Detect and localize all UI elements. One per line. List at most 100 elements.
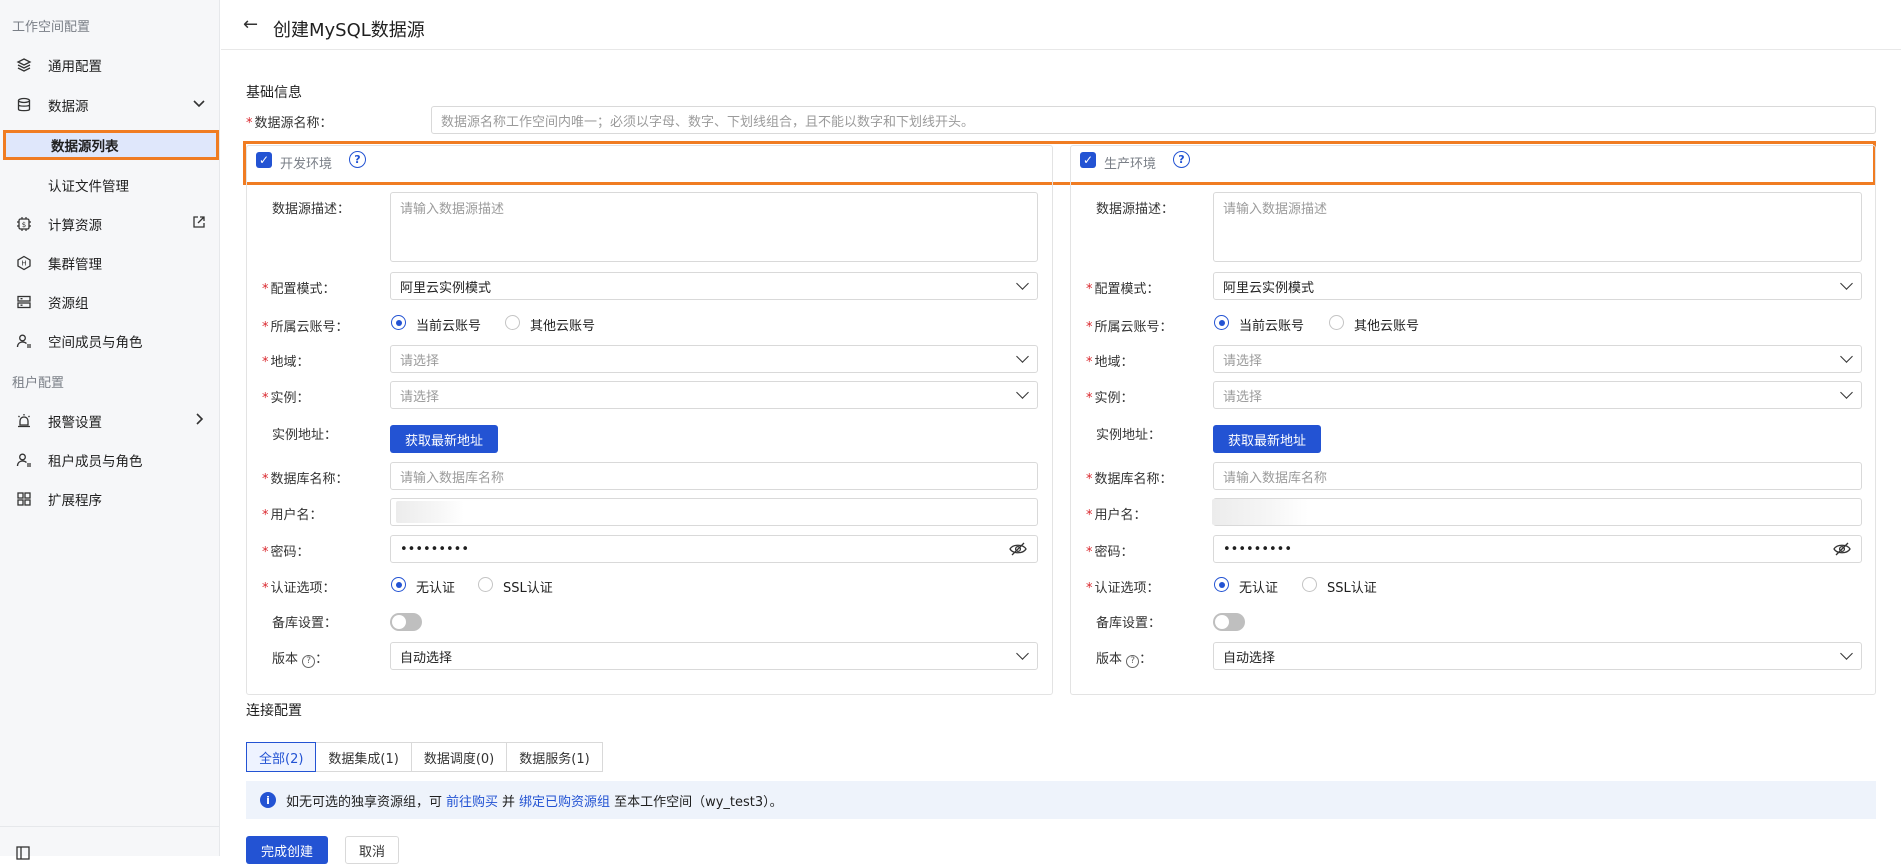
password-value: •••••••••: [400, 541, 470, 557]
prod-account-other-radio[interactable]: [1329, 315, 1344, 330]
sidebar-section-tenant: 租户配置: [12, 376, 65, 391]
svg-text:$: $: [22, 221, 26, 229]
dev-db-input[interactable]: 请输入数据库名称: [390, 462, 1038, 490]
prod-instance-select[interactable]: 请选择: [1213, 381, 1862, 409]
tab-data-service[interactable]: 数据服务(1): [506, 742, 603, 772]
sidebar-item-compute[interactable]: $ 计算资源: [0, 204, 220, 244]
dev-region-select[interactable]: 请选择: [390, 345, 1038, 373]
dev-account-current-label: 当前云账号: [416, 319, 482, 334]
info-icon: i: [260, 792, 276, 808]
dev-desc-textarea[interactable]: 请输入数据源描述: [390, 192, 1038, 262]
dev-version-label: 版本 ?：: [272, 652, 329, 668]
dev-mode-label: * 配置模式：: [262, 282, 336, 297]
tab-data-integration[interactable]: 数据集成(1): [315, 742, 412, 772]
dev-auth-ssl-radio[interactable]: [478, 577, 493, 592]
hexagon-icon: H: [15, 254, 33, 272]
password-value: •••••••••: [1223, 541, 1293, 557]
user-icon: [15, 451, 33, 469]
buy-link[interactable]: 前往购买: [446, 791, 498, 810]
prod-region-label: * 地域：: [1086, 355, 1134, 370]
complete-create-button[interactable]: 完成创建: [246, 836, 328, 864]
dev-address-label: 实例地址：: [272, 428, 338, 443]
dev-env-help-icon[interactable]: ?: [349, 151, 366, 168]
prod-env-help-icon[interactable]: ?: [1173, 151, 1190, 168]
dev-account-label: * 所属云账号：: [262, 320, 349, 335]
sidebar-item-label: 集群管理: [48, 257, 102, 273]
tab-data-scheduling[interactable]: 数据调度(0): [410, 742, 508, 772]
eye-off-icon[interactable]: [1833, 542, 1851, 556]
select-placeholder: 请选择: [1223, 389, 1263, 405]
sidebar-item-label: 扩展程序: [48, 493, 102, 509]
chevron-down-icon: [1840, 277, 1853, 290]
tab-all[interactable]: 全部(2): [246, 742, 317, 772]
back-arrow-icon[interactable]: ←: [243, 14, 258, 35]
version-help-icon[interactable]: ?: [1126, 655, 1140, 668]
cancel-button[interactable]: 取消: [345, 836, 399, 864]
prod-auth-ssl-radio[interactable]: [1302, 577, 1317, 592]
sidebar-item-general-config[interactable]: 通用配置: [0, 45, 220, 85]
connection-tabs: 全部(2) 数据集成(1) 数据调度(0) 数据服务(1): [246, 742, 603, 772]
prod-desc-label: 数据源描述：: [1096, 202, 1175, 217]
prod-version-select[interactable]: 自动选择: [1213, 642, 1862, 670]
dev-backup-toggle[interactable]: [390, 613, 422, 631]
dev-user-label: * 用户名：: [262, 508, 323, 523]
dev-get-address-button[interactable]: 获取最新地址: [390, 425, 498, 453]
sidebar-item-space-members[interactable]: 空间成员与角色: [0, 321, 220, 361]
dev-pwd-label: * 密码：: [262, 545, 310, 560]
dev-instance-select[interactable]: 请选择: [390, 381, 1038, 409]
prod-desc-textarea[interactable]: 请输入数据源描述: [1213, 192, 1862, 262]
dev-user-input[interactable]: [390, 498, 1038, 526]
select-placeholder: 请选择: [1223, 353, 1263, 369]
prod-account-other-label: 其他云账号: [1354, 319, 1420, 334]
prod-env-checkbox[interactable]: ✓: [1080, 152, 1096, 168]
redacted-username: [1212, 499, 1308, 525]
sidebar-item-label: 通用配置: [48, 59, 102, 75]
server-icon: [15, 293, 33, 311]
sidebar-item-datasource[interactable]: 数据源: [0, 85, 220, 125]
alarm-icon: [15, 412, 33, 430]
dev-mode-select[interactable]: 阿里云实例模式: [390, 272, 1038, 300]
sidebar-item-cluster[interactable]: H 集群管理: [0, 243, 220, 283]
sidebar-item-resource-group[interactable]: 资源组: [0, 282, 220, 322]
prod-account-current-label: 当前云账号: [1239, 319, 1305, 334]
dev-auth-ssl-label: SSL认证: [503, 581, 553, 596]
connection-config-title: 连接配置: [246, 703, 302, 719]
sidebar-item-label: 数据源列表: [51, 139, 119, 155]
eye-off-icon[interactable]: [1009, 542, 1027, 556]
chevron-down-icon: [192, 96, 206, 114]
prod-backup-toggle[interactable]: [1213, 613, 1245, 631]
chevron-down-icon: [1016, 277, 1029, 290]
dev-account-other-radio[interactable]: [505, 315, 520, 330]
datasource-name-input[interactable]: 数据源名称工作空间内唯一；必须以字母、数字、下划线组合，且不能以数字和下划线开头…: [431, 106, 1876, 134]
prod-user-input[interactable]: [1213, 498, 1862, 526]
prod-region-select[interactable]: 请选择: [1213, 345, 1862, 373]
prod-mode-select[interactable]: 阿里云实例模式: [1213, 272, 1862, 300]
page-header: ← 创建MySQL数据源: [221, 0, 1901, 50]
sidebar-item-auth-files[interactable]: 认证文件管理: [0, 165, 220, 205]
bind-resource-group-link[interactable]: 绑定已购资源组: [519, 791, 610, 810]
dev-auth-none-radio[interactable]: [391, 577, 406, 592]
chevron-down-icon: [1840, 647, 1853, 660]
sidebar-item-extensions[interactable]: 扩展程序: [0, 479, 220, 519]
svg-text:H: H: [21, 260, 26, 268]
prod-get-address-button[interactable]: 获取最新地址: [1213, 425, 1321, 453]
prod-auth-none-radio[interactable]: [1214, 577, 1229, 592]
layers-icon: [15, 56, 33, 74]
sidebar-section-workspace: 工作空间配置: [12, 20, 91, 35]
dev-env-checkbox[interactable]: ✓: [256, 152, 272, 168]
collapse-sidebar-icon[interactable]: [15, 845, 31, 865]
dev-pwd-input[interactable]: •••••••••: [390, 535, 1038, 563]
prod-pwd-input[interactable]: •••••••••: [1213, 535, 1862, 563]
select-value: 阿里云实例模式: [400, 280, 492, 296]
sidebar-item-datasource-list[interactable]: 数据源列表: [3, 130, 219, 160]
dev-version-select[interactable]: 自动选择: [390, 642, 1038, 670]
dev-account-current-radio[interactable]: [391, 315, 406, 330]
sidebar-item-alarm[interactable]: 报警设置: [0, 401, 220, 441]
prod-db-input[interactable]: 请输入数据库名称: [1213, 462, 1862, 490]
version-help-icon[interactable]: ?: [302, 655, 316, 668]
chevron-down-icon: [1840, 350, 1853, 363]
sidebar-item-label: 认证文件管理: [48, 179, 129, 195]
prod-account-current-radio[interactable]: [1214, 315, 1229, 330]
notice-text: 并: [502, 794, 516, 810]
sidebar-item-tenant-members[interactable]: 租户成员与角色: [0, 440, 220, 480]
